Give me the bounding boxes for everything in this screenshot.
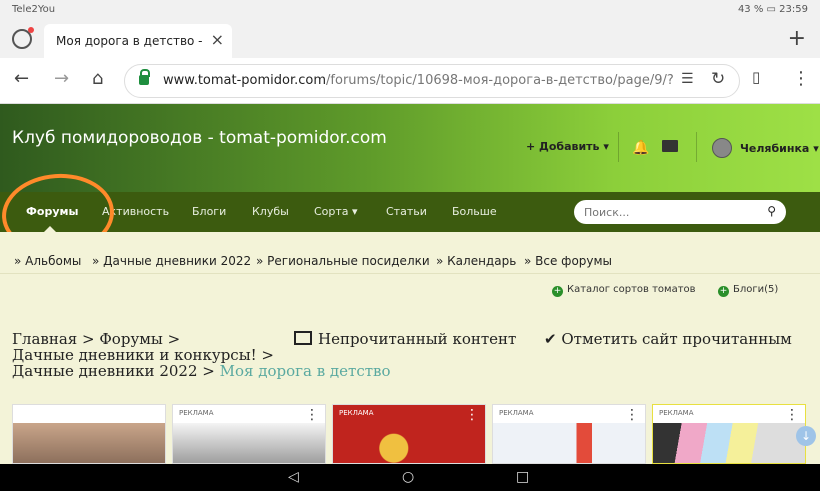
url-host: www.tomat-pomidor.com (163, 73, 327, 88)
status-bar: Tele2You 43 % ▭ 23:59 (0, 0, 820, 20)
chevron-down-icon: ▾ (603, 140, 609, 153)
plus-icon: + (552, 286, 563, 297)
breadcrumb-line-3: Дачные дневники 2022 > Моя дорога в детс… (12, 362, 391, 380)
user-menu[interactable]: Челябинка ▾ (740, 142, 819, 155)
quick-links: + Каталог сортов томатов + Блоги(5) (0, 274, 820, 314)
chevron-down-icon: ▾ (813, 142, 819, 155)
browser-tab[interactable]: Моя дорога в детство - Стр × (44, 24, 232, 58)
battery-label: 43 % (737, 4, 764, 15)
ad-image (333, 423, 485, 463)
breadcrumb-current: Моя дорога в детство (219, 362, 391, 380)
nav-item-blogs[interactable]: Блоги (192, 205, 226, 218)
status-right: 43 % ▭ 23:59 (738, 4, 808, 15)
ad-image (173, 423, 325, 463)
more-icon[interactable]: ⋮ (625, 407, 639, 423)
subnav-item-regional[interactable]: » Региональные посиделки (256, 254, 430, 268)
header-divider (618, 132, 619, 162)
site-title[interactable]: Клуб помидороводов - tomat-pomidor.com (12, 128, 387, 148)
subnav-item-calendar[interactable]: » Календарь (436, 254, 516, 268)
url-text[interactable]: www.tomat-pomidor.com/forums/topic/10698… (163, 73, 673, 88)
ad-card[interactable]: РЕКЛАМА ⋮ (332, 404, 486, 464)
clock-label: 23:59 (779, 4, 808, 15)
search-icon[interactable]: ⚲ (767, 204, 776, 218)
header-divider (696, 132, 697, 162)
android-back-icon[interactable]: ◁ (288, 469, 299, 485)
search-box[interactable]: ⚲ (574, 200, 786, 224)
chevron-down-icon: ▾ (352, 205, 358, 218)
plus-icon: + (718, 286, 729, 297)
more-icon[interactable]: ⋮ (465, 407, 479, 423)
check-icon: ✔ (544, 330, 557, 348)
address-bar[interactable]: www.tomat-pomidor.com/forums/topic/10698… (124, 64, 740, 98)
nav-item-varieties[interactable]: Сорта ▾ (314, 205, 358, 218)
ad-card[interactable]: РЕКЛАМА ⋮ (172, 404, 326, 464)
carrier-label: Tele2You (12, 4, 56, 15)
ad-label: РЕКЛАМА (179, 409, 214, 417)
menu-icon[interactable]: ⋮ (792, 68, 810, 89)
ad-card[interactable]: РЕКЛАМА ⋮ (652, 404, 806, 464)
battery-icon: ▭ (766, 4, 776, 15)
add-button-label: + Добавить (526, 140, 600, 153)
ad-card[interactable]: РЕКЛАМА ⋮ (492, 404, 646, 464)
scroll-down-icon[interactable]: ↓ (796, 426, 816, 446)
nav-item-varieties-label: Сорта (314, 205, 349, 218)
close-tab-icon[interactable]: × (211, 30, 224, 49)
mail-icon[interactable] (662, 140, 678, 152)
sub-nav: » Альбомы » Дачные дневники 2022 » Регио… (0, 232, 820, 274)
subnav-item-all-forums[interactable]: » Все форумы (524, 254, 612, 268)
user-name: Челябинка (740, 142, 810, 155)
avatar[interactable] (712, 138, 732, 158)
nav-item-more[interactable]: Больше (452, 205, 497, 218)
reader-mode-icon[interactable]: ☰ (681, 71, 694, 87)
site-header: Клуб помидороводов - tomat-pomidor.com +… (0, 104, 820, 192)
android-home-icon[interactable]: ○ (402, 469, 414, 485)
ad-card[interactable]: РЕКЛАМА ⋮ (12, 404, 166, 464)
quick-link-blogs-label: Блоги(5) (733, 284, 779, 295)
more-icon[interactable]: ⋮ (785, 407, 799, 423)
ad-image (13, 423, 165, 463)
browser-toolbar: ← → ⌂ www.tomat-pomidor.com/forums/topic… (0, 58, 820, 104)
ad-image (653, 423, 805, 463)
tab-title: Моя дорога в детство - Стр (56, 34, 206, 48)
main-nav: Форумы Активность Блоги Клубы Сорта ▾ Ст… (0, 192, 820, 232)
system-nav-bar: ◁ ○ □ (0, 464, 820, 491)
forward-icon[interactable]: → (54, 68, 69, 89)
android-recents-icon[interactable]: □ (516, 469, 529, 485)
search-input[interactable] (584, 204, 754, 220)
newspaper-icon (294, 331, 312, 345)
quick-link-catalog-label: Каталог сортов томатов (567, 284, 696, 295)
nav-item-articles[interactable]: Статьи (386, 205, 427, 218)
new-tab-icon[interactable]: + (788, 26, 806, 51)
unread-content-link[interactable]: Непрочитанный контент (294, 330, 516, 348)
add-button[interactable]: + Добавить ▾ (526, 140, 609, 153)
tab-switcher-icon[interactable]: ▯ (752, 68, 760, 86)
ad-row: РЕКЛАМА ⋮ РЕКЛАМА ⋮ РЕКЛАМА ⋮ РЕКЛАМА ⋮ … (12, 404, 808, 464)
url-path: /forums/topic/10698-моя-дорога-в-детство… (326, 73, 673, 88)
ad-image (493, 423, 645, 463)
reload-icon[interactable]: ↻ (711, 69, 725, 89)
account-icon[interactable] (12, 27, 34, 49)
ad-label: РЕКЛАМА (659, 409, 694, 417)
quick-link-catalog[interactable]: + Каталог сортов томатов (552, 284, 696, 297)
unread-content-label: Непрочитанный контент (318, 330, 517, 348)
tab-strip: Моя дорога в детство - Стр × + (0, 20, 820, 58)
home-icon[interactable]: ⌂ (92, 68, 103, 89)
mark-read-link[interactable]: ✔ Отметить сайт прочитанным (544, 330, 792, 348)
content-area: Главная > Форумы > Дачные дневники и кон… (0, 314, 820, 464)
ad-label: РЕКЛАМА (339, 409, 374, 417)
more-icon[interactable]: ⋮ (305, 407, 319, 423)
breadcrumb-diaries-2022[interactable]: Дачные дневники 2022 > (12, 362, 215, 380)
back-icon[interactable]: ← (14, 68, 29, 89)
nav-item-clubs[interactable]: Клубы (252, 205, 289, 218)
ad-label: РЕКЛАМА (499, 409, 534, 417)
bell-icon[interactable]: 🔔 (632, 140, 649, 156)
quick-link-blogs[interactable]: + Блоги(5) (718, 284, 778, 297)
ad-label: РЕКЛАМА (19, 409, 54, 417)
mark-read-label: Отметить сайт прочитанным (561, 330, 792, 348)
more-icon[interactable]: ⋮ (145, 407, 159, 423)
subnav-item-diaries[interactable]: » Дачные дневники 2022 (92, 254, 251, 268)
subnav-item-albums[interactable]: » Альбомы (14, 254, 81, 268)
lock-icon (139, 69, 150, 85)
